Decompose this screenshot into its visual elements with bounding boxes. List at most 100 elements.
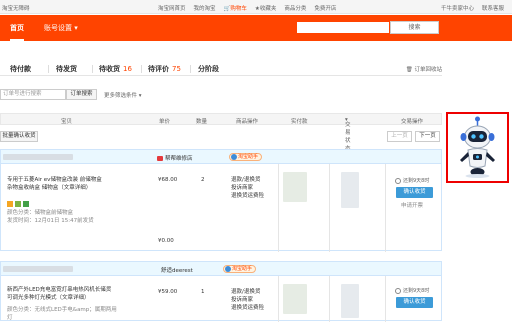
col-item: 宝贝 <box>61 119 73 125</box>
trade-status-redacted <box>341 284 359 318</box>
quantity: 1 <box>201 289 205 295</box>
shop-link[interactable]: 帮帮维修店 <box>157 154 193 162</box>
ship-deadline: 发货时间：12月01日 15:47前发货 <box>7 218 94 224</box>
tab-pending-review[interactable]: 待评价 75 <box>148 64 181 74</box>
col-status: 交易状态 ▾ <box>345 117 351 152</box>
search-button[interactable]: 搜索 <box>390 21 439 34</box>
quality-icon <box>15 201 21 207</box>
complaint-link[interactable]: 投诉商家 <box>231 296 253 304</box>
prev-page-button[interactable]: 上一页 <box>387 131 412 142</box>
divider <box>190 65 191 73</box>
paid-amount-redacted <box>283 284 307 314</box>
favorites-label: 收藏夹 <box>259 6 277 12</box>
paid-amount-redacted <box>283 172 307 202</box>
service-badges <box>7 201 29 207</box>
tab-staged[interactable]: 分阶段 <box>198 64 219 74</box>
search-input[interactable] <box>296 21 390 34</box>
divider <box>385 164 386 252</box>
product-title[interactable]: 新西产外LED充电富霓灯串电热风机长储货可调光多种灯光模式（文章详细） <box>7 286 112 302</box>
trash-icon: 🗑 <box>405 67 413 73</box>
tab-home[interactable]: 首页 <box>10 15 24 41</box>
batch-confirm-button[interactable]: 批量确认收货 <box>0 131 38 142</box>
assistant-label: 淘宝助手 <box>232 266 253 272</box>
assistant-badge[interactable]: 淘宝助手 <box>229 153 263 161</box>
trade-status-redacted <box>341 172 359 208</box>
topbar-links: 淘宝网首页 我的淘宝 🛒购物车 ★收藏夹 商品分类 免费开店 <box>158 4 336 12</box>
recycle-label: 订单回收站 <box>414 67 442 73</box>
order-card: 舒适deerest 淘宝助手 新西产外LED充电富霓灯串电热风机长储货可调光多种… <box>0 261 442 322</box>
col-paid: 实付款 <box>291 119 308 125</box>
return-icon <box>23 201 29 207</box>
cart-link[interactable]: 🛒购物车 <box>224 4 247 12</box>
site-topbar: 淘宝无障碍 淘宝网首页 我的淘宝 🛒购物车 ★收藏夹 商品分类 免费开店 千牛卖… <box>0 0 512 14</box>
tab-label: 分阶段 <box>198 65 219 73</box>
countdown-text: 还剩9天8时 <box>403 178 430 184</box>
complaint-link[interactable]: 投诉商家 <box>231 184 253 192</box>
tab-pending-receipt[interactable]: 待收货 16 <box>99 64 132 74</box>
assistant-badge[interactable]: 淘宝助手 <box>223 265 257 273</box>
topbar-right: 千牛卖家中心 联系客服 <box>441 4 504 12</box>
order-status-tabs: 待付款 待发货 待收货 16 待评价 75 分阶段 🗑 订单回收站 <box>0 62 442 76</box>
clock-icon <box>395 287 401 294</box>
unit-price: ¥59.00 <box>158 289 178 295</box>
guarantee-icon <box>7 201 13 207</box>
robot-icon <box>460 116 495 178</box>
col-item-actions: 商品操作 <box>236 119 259 125</box>
product-title[interactable]: 专用于五菱Air ev储物盒改装 前储物盒杂物盒收纳盒 储物盒（文章详细） <box>7 176 107 192</box>
tab-pending-payment[interactable]: 待付款 <box>10 64 31 74</box>
recycle-bin-link[interactable]: 🗑 订单回收站 <box>406 65 442 73</box>
col-price: 单价 <box>159 119 171 125</box>
tab-account-settings-label: 账号设置 <box>44 24 72 32</box>
unit-price: ¥68.00 <box>158 177 178 183</box>
cart-label: 购物车 <box>230 6 247 12</box>
return-insurance-link[interactable]: 退换货运费险 <box>231 192 264 200</box>
product-variant: 颜色分类：储物盒前储物盒 <box>7 210 74 216</box>
refund-link[interactable]: 退款/退换货 <box>231 176 260 184</box>
shop-link[interactable]: 舒适deerest <box>161 266 193 274</box>
order-card: 帮帮维修店 淘宝助手 专用于五菱Air ev储物盒改装 前储物盒杂物盒收纳盒 储… <box>0 149 442 252</box>
taobao-home-link[interactable]: 淘宝网首页 <box>158 4 186 12</box>
my-taobao-link[interactable]: 我的淘宝 <box>194 4 216 12</box>
customer-service-link[interactable]: 联系客服 <box>482 4 504 12</box>
subtotal: ¥0.00 <box>158 238 174 244</box>
tab-label: 待评价 <box>148 65 169 73</box>
order-search-button[interactable]: 订单搜索 <box>66 89 97 100</box>
tab-pending-shipment[interactable]: 待发货 <box>56 64 77 74</box>
return-insurance-link[interactable]: 退换货运费险 <box>231 304 264 312</box>
open-shop-link[interactable]: 免费开店 <box>314 4 336 12</box>
order-search-input[interactable]: 订单号进行搜索 <box>0 89 66 100</box>
tab-label: 待发货 <box>56 65 77 73</box>
accessibility-link[interactable]: 淘宝无障碍 <box>2 4 30 12</box>
order-header: 帮帮维修店 淘宝助手 <box>1 150 441 164</box>
tab-account-settings[interactable]: 账号设置 ▾ <box>44 15 78 41</box>
assistant-icon <box>231 154 237 160</box>
confirm-receipt-button[interactable]: 确认收货 <box>396 297 433 308</box>
more-filters-toggle[interactable]: 更多筛选条件 ▾ <box>104 91 204 99</box>
order-header: 舒适deerest 淘宝助手 <box>1 262 441 276</box>
tab-count: 16 <box>123 65 132 73</box>
tab-count: 75 <box>172 65 181 73</box>
invoice-link[interactable]: 申请开票 <box>401 202 423 210</box>
col-trade-actions: 交易操作 <box>401 119 424 125</box>
order-number-redacted <box>3 154 73 160</box>
countdown-text: 还剩9天8时 <box>403 288 430 294</box>
divider <box>385 276 386 322</box>
confirm-receipt-button[interactable]: 确认收货 <box>396 187 433 198</box>
assistant-robot-widget[interactable] <box>446 112 509 183</box>
categories-link[interactable]: 商品分类 <box>284 4 306 12</box>
shop-name: 舒适deerest <box>161 268 193 274</box>
divider <box>141 65 142 73</box>
divider <box>329 276 330 322</box>
seller-center-link[interactable]: 千牛卖家中心 <box>441 4 474 12</box>
auto-confirm-countdown: 还剩9天8时 <box>395 287 429 294</box>
quantity: 2 <box>201 177 205 183</box>
favorites-link[interactable]: ★收藏夹 <box>255 4 276 12</box>
divider <box>278 164 279 252</box>
refund-link[interactable]: 退款/退换货 <box>231 288 260 296</box>
divider <box>48 65 49 73</box>
divider <box>278 276 279 322</box>
next-page-button[interactable]: 下一页 <box>415 131 440 142</box>
auto-confirm-countdown: 还剩9天8时 <box>395 177 429 184</box>
clock-icon <box>395 177 401 184</box>
shop-name: 帮帮维修店 <box>165 156 193 162</box>
